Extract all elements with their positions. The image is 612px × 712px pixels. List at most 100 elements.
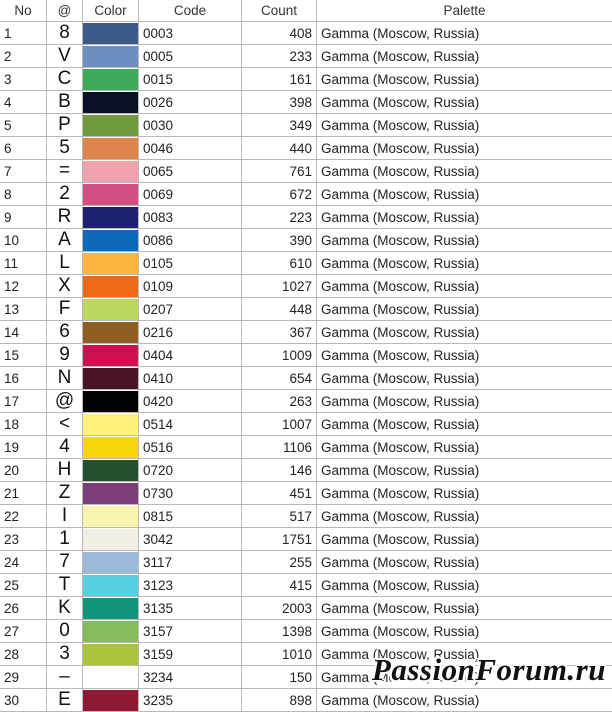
stitch-count: 1007 bbox=[242, 413, 317, 436]
color-swatch-fill bbox=[83, 115, 138, 136]
row-number: 14 bbox=[0, 321, 47, 344]
table-row: 25T3123415Gamma (Moscow, Russia) bbox=[0, 574, 612, 597]
symbol: X bbox=[47, 275, 83, 298]
palette-name: Gamma (Moscow, Russia) bbox=[317, 551, 612, 574]
color-swatch bbox=[83, 367, 139, 390]
stitch-count: 367 bbox=[242, 321, 317, 344]
color-swatch bbox=[83, 551, 139, 574]
thread-code: 0410 bbox=[139, 367, 242, 390]
symbol: 7 bbox=[47, 551, 83, 574]
color-swatch-fill bbox=[83, 667, 138, 688]
row-number: 3 bbox=[0, 68, 47, 91]
stitch-count: 146 bbox=[242, 459, 317, 482]
color-swatch-fill bbox=[83, 23, 138, 44]
symbol: E bbox=[47, 689, 83, 712]
color-swatch-fill bbox=[83, 276, 138, 297]
row-number: 16 bbox=[0, 367, 47, 390]
palette-name: Gamma (Moscow, Russia) bbox=[317, 574, 612, 597]
color-swatch-fill bbox=[83, 529, 138, 550]
table-row: 2473117255Gamma (Moscow, Russia) bbox=[0, 551, 612, 574]
thread-code: 0069 bbox=[139, 183, 242, 206]
table-row: 27031571398Gamma (Moscow, Russia) bbox=[0, 620, 612, 643]
palette-name: Gamma (Moscow, Russia) bbox=[317, 413, 612, 436]
stitch-count: 161 bbox=[242, 68, 317, 91]
color-swatch bbox=[83, 643, 139, 666]
thread-code: 0003 bbox=[139, 22, 242, 45]
table-row: 11L0105610Gamma (Moscow, Russia) bbox=[0, 252, 612, 275]
color-swatch bbox=[83, 321, 139, 344]
stitch-count: 1398 bbox=[242, 620, 317, 643]
palette-name: Gamma (Moscow, Russia) bbox=[317, 367, 612, 390]
table-row: 30E3235898Gamma (Moscow, Russia) bbox=[0, 689, 612, 712]
palette-name: Gamma (Moscow, Russia) bbox=[317, 344, 612, 367]
row-number: 7 bbox=[0, 160, 47, 183]
symbol: B bbox=[47, 91, 83, 114]
table-row: 650046440Gamma (Moscow, Russia) bbox=[0, 137, 612, 160]
thread-code: 0730 bbox=[139, 482, 242, 505]
symbol: 4 bbox=[47, 436, 83, 459]
thread-code: 0207 bbox=[139, 298, 242, 321]
color-swatch bbox=[83, 344, 139, 367]
stitch-count: 408 bbox=[242, 22, 317, 45]
symbol: 8 bbox=[47, 22, 83, 45]
stitch-count: 448 bbox=[242, 298, 317, 321]
color-swatch-fill bbox=[83, 644, 138, 665]
color-swatch-fill bbox=[83, 483, 138, 504]
thread-code: 3117 bbox=[139, 551, 242, 574]
color-swatch bbox=[83, 137, 139, 160]
color-swatch bbox=[83, 183, 139, 206]
row-number: 27 bbox=[0, 620, 47, 643]
table-row: 12X01091027Gamma (Moscow, Russia) bbox=[0, 275, 612, 298]
stitch-count: 451 bbox=[242, 482, 317, 505]
color-swatch bbox=[83, 528, 139, 551]
row-number: 11 bbox=[0, 252, 47, 275]
row-number: 22 bbox=[0, 505, 47, 528]
palette-name: Gamma (Moscow, Russia) bbox=[317, 597, 612, 620]
color-swatch bbox=[83, 505, 139, 528]
table-row: 10A0086390Gamma (Moscow, Russia) bbox=[0, 229, 612, 252]
color-swatch-fill bbox=[83, 46, 138, 67]
color-swatch bbox=[83, 252, 139, 275]
palette-name: Gamma (Moscow, Russia) bbox=[317, 275, 612, 298]
stitch-count: 349 bbox=[242, 114, 317, 137]
symbol: 3 bbox=[47, 643, 83, 666]
color-swatch bbox=[83, 22, 139, 45]
palette-name: Gamma (Moscow, Russia) bbox=[317, 160, 612, 183]
color-swatch-fill bbox=[83, 299, 138, 320]
palette-name: Gamma (Moscow, Russia) bbox=[317, 528, 612, 551]
row-number: 30 bbox=[0, 689, 47, 712]
stitch-count: 610 bbox=[242, 252, 317, 275]
color-swatch bbox=[83, 459, 139, 482]
color-swatch bbox=[83, 689, 139, 712]
thread-code: 0086 bbox=[139, 229, 242, 252]
symbol: 0 bbox=[47, 620, 83, 643]
header-count: Count bbox=[242, 0, 317, 22]
row-number: 12 bbox=[0, 275, 47, 298]
row-number: 24 bbox=[0, 551, 47, 574]
color-swatch bbox=[83, 620, 139, 643]
thread-code: 0026 bbox=[139, 91, 242, 114]
palette-name: Gamma (Moscow, Russia) bbox=[317, 505, 612, 528]
color-swatch-fill bbox=[83, 506, 138, 527]
palette-name: Gamma (Moscow, Russia) bbox=[317, 229, 612, 252]
row-number: 29 bbox=[0, 666, 47, 689]
thread-code: 3123 bbox=[139, 574, 242, 597]
color-swatch bbox=[83, 229, 139, 252]
color-swatch-fill bbox=[83, 460, 138, 481]
thread-code: 0815 bbox=[139, 505, 242, 528]
table-row: 21Z0730451Gamma (Moscow, Russia) bbox=[0, 482, 612, 505]
table-row: 22I0815517Gamma (Moscow, Russia) bbox=[0, 505, 612, 528]
symbol: Z bbox=[47, 482, 83, 505]
palette-name: Gamma (Moscow, Russia) bbox=[317, 620, 612, 643]
symbol: L bbox=[47, 252, 83, 275]
palette-name: Gamma (Moscow, Russia) bbox=[317, 68, 612, 91]
stitch-count: 233 bbox=[242, 45, 317, 68]
row-number: 17 bbox=[0, 390, 47, 413]
thread-code: 3234 bbox=[139, 666, 242, 689]
stitch-count: 390 bbox=[242, 229, 317, 252]
color-swatch-fill bbox=[83, 552, 138, 573]
stitch-count: 150 bbox=[242, 666, 317, 689]
palette-name: Gamma (Moscow, Russia) bbox=[317, 321, 612, 344]
table-row: 5P0030349Gamma (Moscow, Russia) bbox=[0, 114, 612, 137]
color-swatch bbox=[83, 91, 139, 114]
